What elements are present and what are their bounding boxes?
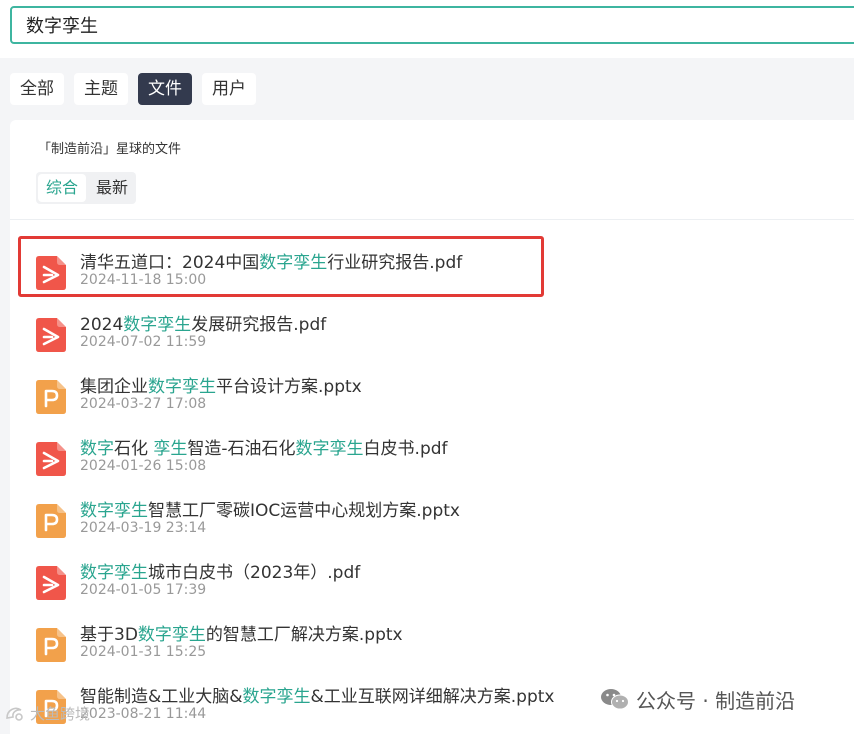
keyword-highlight: 数字孪生 — [80, 563, 148, 583]
file-name-text: 基于3D — [80, 625, 138, 645]
sort-latest[interactable]: 最新 — [88, 172, 136, 204]
file-date: 2024-01-05 17:39 — [80, 582, 207, 598]
tab-files[interactable]: 文件 — [138, 73, 192, 105]
keyword-highlight: 数字孪生 — [295, 439, 364, 459]
file-date: 2023-08-21 11:44 — [80, 706, 207, 722]
logo-icon — [6, 707, 23, 721]
panel-title: 「制造前沿」星球的文件 — [38, 142, 182, 157]
file-name[interactable]: 2024数字孪生发展研究报告.pdf — [80, 310, 326, 335]
file-item[interactable]: 2024数字孪生发展研究报告.pdf 2024-07-02 11:59 — [34, 310, 834, 362]
pdf-file-icon — [36, 566, 66, 600]
file-name-text: 2024 — [80, 315, 124, 335]
file-item[interactable]: 数字孪生智慧工厂零碳IOC运营中心规划方案.pptx 2024-03-19 23:… — [34, 496, 834, 548]
file-name-text: &工业互联网详细解决方案.pptx — [310, 687, 555, 707]
keyword-highlight: 孪生 — [153, 439, 188, 459]
file-item[interactable]: 数字孪生城市白皮书（2023年）.pdf 2024-01-05 17:39 — [34, 558, 834, 610]
file-name[interactable]: 数字孪生城市白皮书（2023年）.pdf — [80, 558, 360, 583]
category-tabs: 全部 主题 文件 用户 — [10, 73, 256, 105]
tab-topics[interactable]: 主题 — [74, 73, 128, 105]
file-name[interactable]: 基于3D数字孪生的智慧工厂解决方案.pptx — [80, 620, 403, 645]
pptx-file-icon — [36, 380, 66, 414]
watermark-text: 公众号 · 制造前沿 — [636, 688, 796, 713]
watermark: 公众号 · 制造前沿 — [600, 684, 795, 714]
pdf-file-icon — [36, 318, 66, 352]
tab-users[interactable]: 用户 — [202, 73, 256, 105]
file-name-text: 的智慧工厂解决方案.pptx — [205, 625, 403, 645]
file-name-text: 智造-石油石化 — [187, 439, 296, 459]
divider — [10, 219, 854, 220]
file-name[interactable]: 数字石化 孪生智造-石油石化数字孪生白皮书.pdf — [80, 434, 448, 459]
file-name-text: 城市白皮书（2023年）.pdf — [148, 563, 361, 583]
file-date: 2024-01-31 15:25 — [80, 644, 207, 660]
file-name-text: 智慧工厂零碳IOC运营中心规划方案.pptx — [148, 501, 460, 521]
file-item[interactable]: 集团企业数字孪生平台设计方案.pptx 2024-03-27 17:08 — [34, 372, 834, 424]
highlight-annotation — [18, 236, 544, 297]
file-item[interactable]: 数字石化 孪生智造-石油石化数字孪生白皮书.pdf 2024-01-26 15:0… — [34, 434, 834, 486]
sort-toggle: 综合 最新 — [36, 172, 137, 204]
keyword-highlight: 数字孪生 — [137, 625, 206, 645]
file-name-text: 集团企业 — [80, 377, 148, 397]
file-date: 2024-03-27 17:08 — [80, 396, 207, 412]
file-date: 2024-01-26 15:08 — [80, 458, 207, 474]
corner-watermark: 大鱼跨境 — [4, 703, 90, 724]
keyword-highlight: 数字孪生 — [123, 315, 192, 335]
pdf-file-icon — [36, 442, 66, 476]
corner-watermark-text: 大鱼跨境 — [30, 705, 91, 723]
file-name-text: 石化 — [114, 439, 154, 459]
keyword-highlight: 数字孪生 — [242, 687, 311, 707]
keyword-highlight: 数字孪生 — [80, 501, 148, 521]
file-name-text: 智能制造&工业大脑& — [80, 687, 243, 707]
file-name[interactable]: 数字孪生智慧工厂零碳IOC运营中心规划方案.pptx — [80, 496, 460, 521]
tab-all[interactable]: 全部 — [10, 73, 64, 105]
search-bar — [0, 0, 854, 58]
sort-comprehensive[interactable]: 综合 — [38, 174, 87, 202]
file-name[interactable]: 集团企业数字孪生平台设计方案.pptx — [80, 372, 362, 397]
file-date: 2024-03-19 23:14 — [80, 520, 207, 536]
file-name-text: 发展研究报告.pdf — [191, 315, 327, 335]
keyword-highlight: 数字 — [80, 439, 114, 459]
file-name-text: 平台设计方案.pptx — [216, 377, 362, 397]
file-item[interactable]: 基于3D数字孪生的智慧工厂解决方案.pptx 2024-01-31 15:25 — [34, 620, 834, 672]
file-name-text: 白皮书.pdf — [363, 439, 448, 459]
search-input[interactable] — [10, 6, 854, 44]
pptx-file-icon — [36, 504, 66, 538]
keyword-highlight: 数字孪生 — [148, 377, 216, 397]
wechat-icon — [601, 689, 629, 710]
file-date: 2024-07-02 11:59 — [80, 334, 207, 350]
pptx-file-icon — [36, 628, 66, 662]
file-name[interactable]: 智能制造&工业大脑&数字孪生&工业互联网详细解决方案.pptx — [80, 682, 554, 707]
